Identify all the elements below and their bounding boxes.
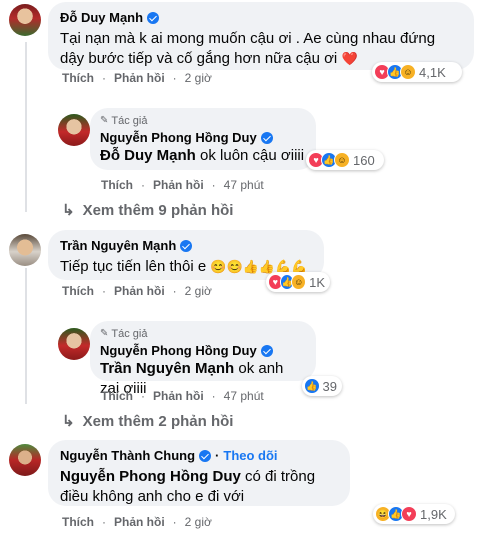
comment-actions: Thích · Phản hồi · 2 giờ — [62, 70, 212, 86]
replier-name[interactable]: Nguyễn Phong Hồng Duy — [100, 130, 306, 146]
mention-link[interactable]: Đỗ Duy Mạnh — [100, 147, 196, 164]
reply-actions: Thích · Phản hồi · 47 phút — [101, 177, 264, 193]
care-reaction-icon: ☺ — [400, 64, 416, 80]
author-tag: ✎ Tác giả — [100, 115, 148, 127]
comment-actions: Thích · Phản hồi · 2 giờ — [62, 514, 212, 530]
reaction-summary[interactable]: ♥ 👍 ☺ 160 — [306, 150, 384, 170]
like-button[interactable]: Thích — [101, 177, 133, 193]
reply-button[interactable]: Phản hồi — [114, 70, 165, 86]
view-more-replies[interactable]: ↳ Xem thêm 2 phản hồi — [62, 412, 233, 431]
avatar[interactable] — [58, 114, 90, 146]
thread-line — [25, 268, 27, 404]
reply-actions: Thích · Phản hồi · 47 phút — [101, 388, 264, 404]
author-tag: ✎ Tác giả — [100, 328, 148, 340]
view-more-replies[interactable]: ↳ Xem thêm 9 phản hồi — [62, 201, 233, 220]
comment-bubble: Nguyễn Thành Chung · Theo dõi Nguyễn Pho… — [48, 440, 350, 506]
timestamp[interactable]: 2 giờ — [185, 283, 212, 299]
reaction-count: 39 — [322, 378, 337, 394]
timestamp[interactable]: 47 phút — [224, 388, 264, 404]
verified-badge-icon — [147, 12, 160, 24]
comment-bubble: Đỗ Duy Mạnh Tại nạn mà k ai mong muốn cậ… — [48, 2, 474, 70]
comment-actions: Thích · Phản hồi · 2 giờ — [62, 283, 212, 299]
heart-emoji: ❤️ — [341, 51, 358, 66]
reply-text: Đỗ Duy Mạnh ok luôn cậu ơiiii — [100, 147, 305, 164]
reaction-summary[interactable]: 😆 👍 ♥ 1,9K — [373, 504, 455, 524]
pencil-icon: ✎ — [100, 115, 109, 126]
like-button[interactable]: Thích — [62, 70, 94, 86]
thread-line — [25, 42, 27, 212]
verified-badge-icon — [199, 450, 212, 462]
reaction-summary[interactable]: ♥ 👍 ☺ 1K — [266, 272, 330, 292]
replier-name[interactable]: Nguyễn Phong Hồng Duy — [100, 343, 306, 359]
reply-button[interactable]: Phản hồi — [153, 177, 204, 193]
avatar[interactable] — [9, 234, 41, 266]
reply-button[interactable]: Phản hồi — [114, 283, 165, 299]
care-reaction-icon: ☺ — [291, 274, 307, 290]
reply-arrow-icon: ↳ — [62, 413, 75, 430]
verified-badge-icon — [260, 132, 273, 144]
avatar[interactable] — [58, 328, 90, 360]
commenter-name[interactable]: Đỗ Duy Mạnh — [60, 10, 462, 26]
like-button[interactable]: Thích — [62, 283, 94, 299]
like-button[interactable]: Thích — [101, 388, 133, 404]
like-reaction-icon: 👍 — [304, 378, 320, 394]
reaction-summary[interactable]: ♥ 👍 ☺ 4,1K — [372, 62, 462, 82]
reaction-summary[interactable]: 👍 39 — [302, 376, 342, 396]
reply-button[interactable]: Phản hồi — [114, 514, 165, 530]
like-button[interactable]: Thích — [62, 514, 94, 530]
commenter-name[interactable]: Trần Nguyên Mạnh — [60, 238, 312, 254]
verified-badge-icon — [260, 345, 273, 357]
reaction-count: 1,9K — [420, 506, 447, 522]
love-reaction-icon: ♥ — [401, 506, 417, 522]
mention-link[interactable]: Nguyễn Phong Hồng Duy — [60, 468, 241, 485]
mention-link[interactable]: Trần Nguyên Mạnh — [100, 360, 234, 377]
reply-arrow-icon: ↳ — [62, 202, 75, 219]
timestamp[interactable]: 2 giờ — [185, 514, 212, 530]
avatar[interactable] — [9, 444, 41, 476]
verified-badge-icon — [180, 240, 193, 252]
commenter-name[interactable]: Nguyễn Thành Chung · Theo dõi — [60, 448, 338, 464]
reaction-count: 160 — [353, 152, 375, 168]
follow-button[interactable]: Theo dõi — [223, 448, 277, 464]
reply-bubble: ✎ Tác giả Nguyễn Phong Hồng Duy Đỗ Duy M… — [90, 108, 316, 170]
care-reaction-icon: ☺ — [334, 152, 350, 168]
avatar[interactable] — [9, 4, 41, 36]
reply-bubble: ✎ Tác giả Nguyễn Phong Hồng Duy Trần Ngu… — [90, 321, 316, 397]
comment-text: Nguyễn Phong Hồng Duy có đi trồng điều k… — [60, 468, 316, 505]
reply-button[interactable]: Phản hồi — [153, 388, 204, 404]
pencil-icon: ✎ — [100, 328, 109, 339]
reaction-count: 4,1K — [419, 64, 446, 80]
timestamp[interactable]: 47 phút — [224, 177, 264, 193]
timestamp[interactable]: 2 giờ — [185, 70, 212, 86]
reaction-count: 1K — [309, 274, 326, 290]
